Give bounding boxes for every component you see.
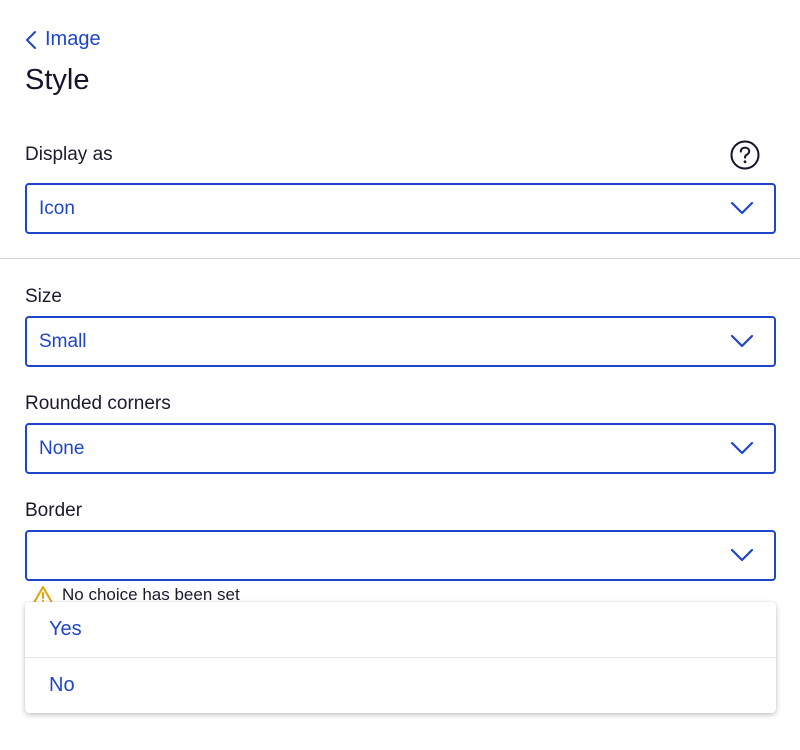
style-panel: Image Style Display as Icon Size Small R… [0, 0, 800, 750]
display-as-select[interactable]: Icon [25, 183, 776, 234]
rounded-corners-value: None [39, 438, 85, 459]
display-as-value: Icon [39, 198, 75, 219]
rounded-corners-select[interactable]: None [25, 423, 776, 474]
page-title: Style [25, 64, 90, 96]
display-as-label: Display as [25, 144, 113, 165]
chevron-left-icon [26, 30, 36, 49]
border-dropdown-menu: Yes No [25, 602, 776, 713]
back-link-label: Image [45, 28, 101, 50]
dropdown-option-no[interactable]: No [25, 657, 776, 713]
section-divider [0, 258, 800, 259]
size-select[interactable]: Small [25, 316, 776, 367]
chevron-down-icon [730, 334, 754, 348]
chevron-down-icon [730, 201, 754, 215]
border-select[interactable] [25, 530, 776, 581]
back-link[interactable]: Image [25, 28, 101, 51]
size-label: Size [25, 286, 62, 307]
question-circle-icon[interactable] [730, 140, 760, 170]
dropdown-option-yes[interactable]: Yes [25, 602, 776, 657]
chevron-down-icon [730, 548, 754, 562]
rounded-corners-label: Rounded corners [25, 393, 171, 414]
size-value: Small [39, 331, 87, 352]
chevron-down-icon [730, 441, 754, 455]
border-label: Border [25, 500, 83, 521]
